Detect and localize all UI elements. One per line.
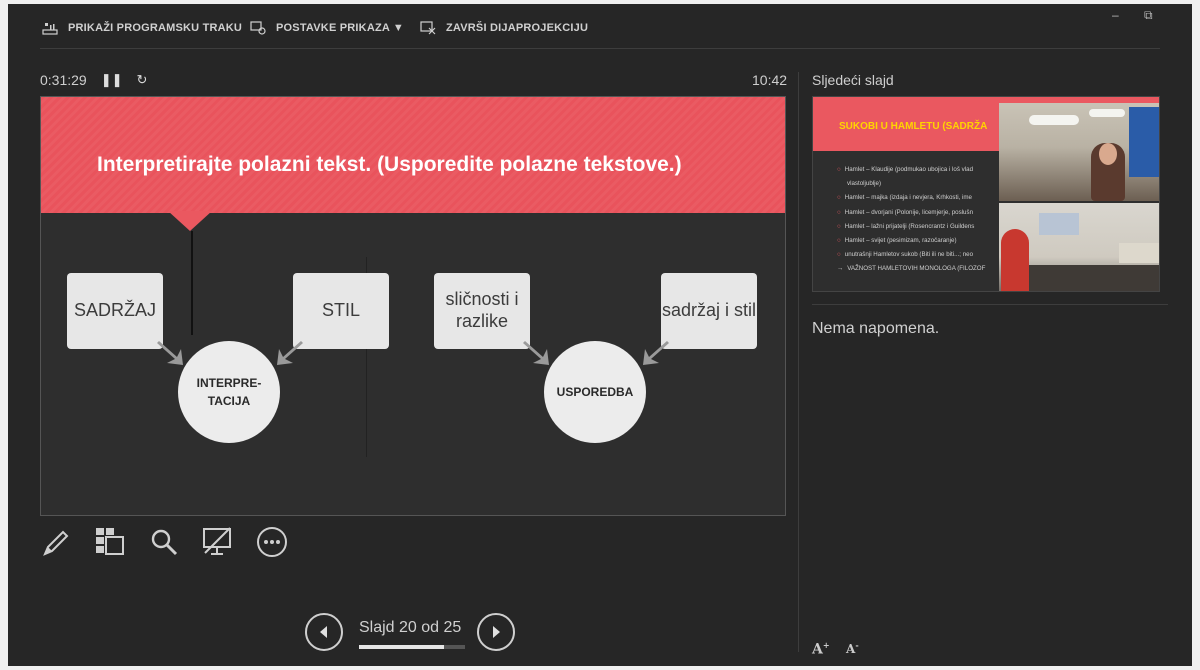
- list-item: ○ Hamlet – Klaudije (podmukao ubojica i l…: [837, 166, 974, 173]
- banner-notch: [168, 211, 212, 231]
- interpretation-circle: INTERPRE- TACIJA: [178, 341, 280, 443]
- list-item: vlastoljublje): [847, 180, 882, 188]
- window-pane: [1129, 107, 1159, 177]
- previous-slide-button[interactable]: [305, 613, 343, 651]
- list-item: ○ Hamlet – dvorjani (Polonije, licemjerje…: [837, 208, 974, 216]
- display-settings-button[interactable]: POSTAVKE PRIKAZA ▼: [250, 20, 404, 36]
- black-screen-button[interactable]: [202, 526, 234, 558]
- minimize-button[interactable]: –: [1112, 8, 1119, 22]
- see-all-slides-button[interactable]: [94, 526, 126, 558]
- taskbar-icon: [42, 23, 58, 35]
- slide-title: Interpretirajte polazni tekst. (Usporedi…: [97, 153, 682, 176]
- list-item: ○ unutrašnji Hamletov sukob (Biti ili ne …: [837, 251, 974, 259]
- ceiling-light: [1089, 109, 1125, 117]
- arrow-icon: [523, 341, 549, 365]
- more-options-button[interactable]: [256, 526, 288, 558]
- end-slideshow-icon: [420, 21, 436, 35]
- pen-tool-button[interactable]: [40, 526, 72, 558]
- next-icon: [493, 626, 501, 638]
- show-taskbar-label: PRIKAŽI PROGRAMSKU TRAKU: [68, 22, 243, 34]
- end-slideshow-button[interactable]: ZAVRŠI DIJAPROJEKCIJU: [420, 20, 588, 36]
- more-options-icon: [257, 527, 287, 557]
- speaker-notes[interactable]: Nema napomena.: [812, 320, 939, 338]
- screen-off-icon: [203, 527, 231, 555]
- comparison-circle: USPOREDBA: [544, 341, 646, 443]
- display-settings-icon: [250, 21, 266, 35]
- similarities-box: sličnosti i razlike: [434, 273, 530, 349]
- content-box: SADRŽAJ: [67, 273, 163, 349]
- end-slideshow-label: ZAVRŠI DIJAPROJEKCIJU: [446, 22, 589, 34]
- decrease-font-button[interactable]: A-: [846, 640, 859, 656]
- next-slide-button[interactable]: [477, 613, 516, 651]
- arrow-icon: [157, 341, 183, 365]
- style-box: STIL: [293, 273, 389, 349]
- notes-divider: [812, 304, 1168, 305]
- arrow-icon: [277, 341, 303, 365]
- toolbar-divider: [40, 48, 1160, 49]
- presenter-toolbar: PRIKAŽI PROGRAMSKU TRAKU POSTAVKE PRIKAZ…: [8, 4, 1192, 50]
- restart-timer-icon[interactable]: ↻: [137, 72, 148, 88]
- current-slide[interactable]: Interpretirajte polazni tekst. (Usporedi…: [40, 96, 786, 516]
- show-taskbar-button[interactable]: PRIKAŽI PROGRAMSKU TRAKU: [42, 20, 242, 36]
- presenter-view: PRIKAŽI PROGRAMSKU TRAKU POSTAVKE PRIKAZ…: [8, 4, 1192, 666]
- webcam-teacher-video: [999, 103, 1159, 201]
- slide-progress-fill: [359, 645, 444, 649]
- person-face: [1099, 143, 1117, 165]
- display-settings-label: POSTAVKE PRIKAZA ▼: [276, 22, 404, 34]
- students: [1029, 265, 1159, 291]
- pause-icon[interactable]: ❚❚: [101, 72, 123, 88]
- list-item: ○ Hamlet – svijet (pesimizam, razočaranje…: [837, 237, 957, 245]
- classroom-board: [1119, 243, 1159, 263]
- pen-icon: [43, 530, 69, 556]
- connector-line: [191, 231, 193, 335]
- current-time: 10:42: [752, 72, 788, 88]
- slide-navigation: Slajd 20 od 25: [305, 613, 516, 651]
- restore-button[interactable]: ⧉: [1144, 8, 1153, 23]
- zoom-button[interactable]: [148, 526, 180, 558]
- previous-icon: [320, 626, 327, 638]
- next-slide-preview[interactable]: SUKOBI U HAMLETU (SADRŽA ○ Hamlet – Klaud…: [812, 96, 1160, 292]
- list-item: ○ Hamlet – lažni prijatelji (Rosencrantz …: [837, 222, 975, 230]
- slide-counter-label: Slajd 20 od 25: [359, 619, 462, 636]
- zoom-icon: [151, 529, 178, 556]
- next-slide-label: Sljedeći slajd: [812, 72, 894, 88]
- ceiling-light: [1029, 115, 1079, 125]
- webcam-classroom-video: [999, 203, 1159, 291]
- elapsed-time: 0:31:29: [40, 72, 87, 88]
- preview-title: SUKOBI U HAMLETU (SADRŽA: [839, 121, 988, 132]
- red-door: [1001, 229, 1029, 291]
- content-style-box: sadržaj i stil: [661, 273, 757, 349]
- slide-counter[interactable]: Slajd 20 od 25: [359, 619, 465, 649]
- preview-list: ○ Hamlet – Klaudije (podmukao ubojica i l…: [837, 163, 985, 277]
- slide-progress-bar: [359, 645, 465, 649]
- list-item: → VAŽNOST HAMLETOVIH MONOLOGA (FILOZOF: [837, 265, 986, 273]
- list-item: ○ Hamlet – majka (izdaja i nevjera, Krhko…: [837, 194, 972, 202]
- classroom-window: [1039, 213, 1079, 235]
- slides-grid-icon: [96, 528, 124, 555]
- slideshow-timer: 0:31:29 ❚❚ ↻: [40, 72, 147, 88]
- panel-divider: [798, 72, 799, 652]
- slide-tools: [40, 526, 288, 558]
- arrow-icon: [643, 341, 669, 365]
- increase-font-button[interactable]: A+: [812, 640, 830, 658]
